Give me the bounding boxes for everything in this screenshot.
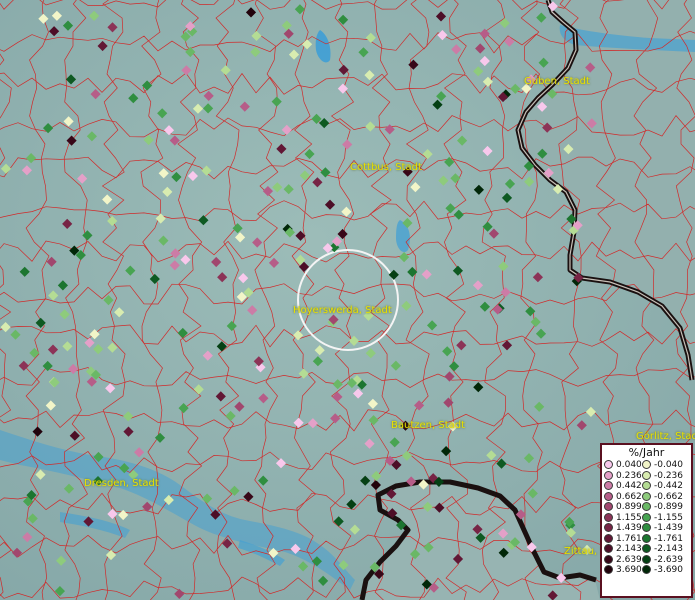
legend-value: -0.899 [654,502,684,512]
legend-swatch [642,544,651,553]
legend-entry-negative: -0.442 [642,481,683,492]
city-label-dresden: Dresden, Stadt [84,478,159,489]
legend-entry-negative: -2.143 [642,544,683,555]
legend-entry-positive: 1.439 [604,523,642,534]
legend-row: 0.040 -0.040 [604,460,683,471]
legend-entry-positive: 1.155 [604,512,642,524]
legend-value: -1.439 [654,523,684,533]
legend-row: 2.143 -2.143 [604,544,683,555]
legend-swatch [604,460,613,469]
legend-entry-positive: 2.143 [604,544,642,555]
legend-entry-negative: -3.690 [642,565,683,576]
legend-swatch [642,481,651,490]
legend-entry-positive: 0.040 [604,460,642,471]
legend-value: -0.662 [654,491,684,502]
legend-swatch [642,460,651,469]
legend-entry-positive: 1.761 [604,533,642,545]
city-label-bautzen: Bautzen, Stadt [391,420,466,431]
legend-swatch [604,554,613,564]
legend-value: -0.040 [654,460,684,470]
legend-value: 3.690 [616,565,642,575]
legend-swatch [604,502,613,511]
legend-row: 2.639 -2.639 [604,554,684,566]
legend: %/Jahr 0.040 -0.040 0.236 -0.236 0.442 -0.442… [600,443,693,598]
city-label-goerlitz: Görlitz, Stadt [636,431,695,442]
legend-swatch [604,565,613,574]
legend-value: -2.639 [654,554,684,565]
legend-swatch [642,470,651,480]
legend-value: 0.442 [616,481,642,491]
legend-entry-negative: -1.761 [642,533,684,545]
legend-entry-positive: 0.662 [604,491,642,503]
legend-swatch [604,512,613,522]
legend-row: 3.690 -3.690 [604,565,683,576]
legend-swatch [604,481,613,490]
legend-swatch [604,470,613,480]
legend-value: -1.155 [654,512,684,523]
legend-entry-positive: 0.899 [604,502,642,513]
legend-swatch [604,523,613,532]
legend-row: 1.761 -1.761 [604,533,684,545]
legend-swatch [642,554,651,564]
legend-entry-positive: 2.639 [604,554,642,566]
city-label-guben: Guben, Stadt [524,76,590,87]
legend-swatch [604,533,613,543]
legend-value: 2.143 [616,544,642,554]
legend-swatch [642,523,651,532]
legend-entry-positive: 0.442 [604,481,642,492]
legend-value: 1.439 [616,523,642,533]
legend-value: 1.761 [616,533,642,544]
legend-value: -2.143 [654,544,684,554]
legend-swatch [642,533,651,543]
legend-entry-negative: -1.155 [642,512,684,524]
legend-entry-negative: -0.899 [642,502,683,513]
legend-value: -1.761 [654,533,684,544]
legend-entry-positive: 3.690 [604,565,642,576]
legend-row: 1.439 -1.439 [604,523,683,534]
legend-swatch [604,491,613,501]
legend-value: 2.639 [616,554,642,565]
legend-swatch [604,544,613,553]
legend-swatch [642,491,651,501]
legend-row: 0.442 -0.442 [604,481,683,492]
legend-swatch [642,502,651,511]
legend-entry-negative: -0.040 [642,460,683,471]
legend-value: -0.442 [654,481,684,491]
legend-swatch [642,512,651,522]
legend-value: 1.155 [616,512,642,523]
legend-row: 0.662 -0.662 [604,491,684,503]
legend-entry-negative: -2.639 [642,554,684,566]
legend-value: 0.040 [616,460,642,470]
legend-value: 0.899 [616,502,642,512]
legend-value: 0.662 [616,491,642,502]
map-canvas [0,0,695,600]
legend-entry-negative: -0.662 [642,491,684,503]
legend-swatch [642,565,651,574]
legend-entry-negative: -1.439 [642,523,683,534]
legend-value: -3.690 [654,565,684,575]
map-view[interactable]: Guben, Stadt Cottbus, Stadt Hoyerswerda,… [0,0,695,600]
legend-entry-positive: 0.236 [604,470,642,482]
legend-row: 1.155 -1.155 [604,512,684,524]
legend-table: 0.040 -0.040 0.236 -0.236 0.442 -0.442 0.662 -0… [604,460,683,576]
legend-entry-negative: -0.236 [642,470,684,482]
city-label-cottbus: Cottbus, Stadt [350,162,422,173]
legend-value: 0.236 [616,470,642,481]
legend-row: 0.236 -0.236 [604,470,684,482]
legend-row: 0.899 -0.899 [604,502,683,513]
legend-title: %/Jahr [628,446,665,459]
city-label-hoyerswerda: Hoyerswerda, Stadt [293,305,392,316]
legend-value: -0.236 [654,470,684,481]
